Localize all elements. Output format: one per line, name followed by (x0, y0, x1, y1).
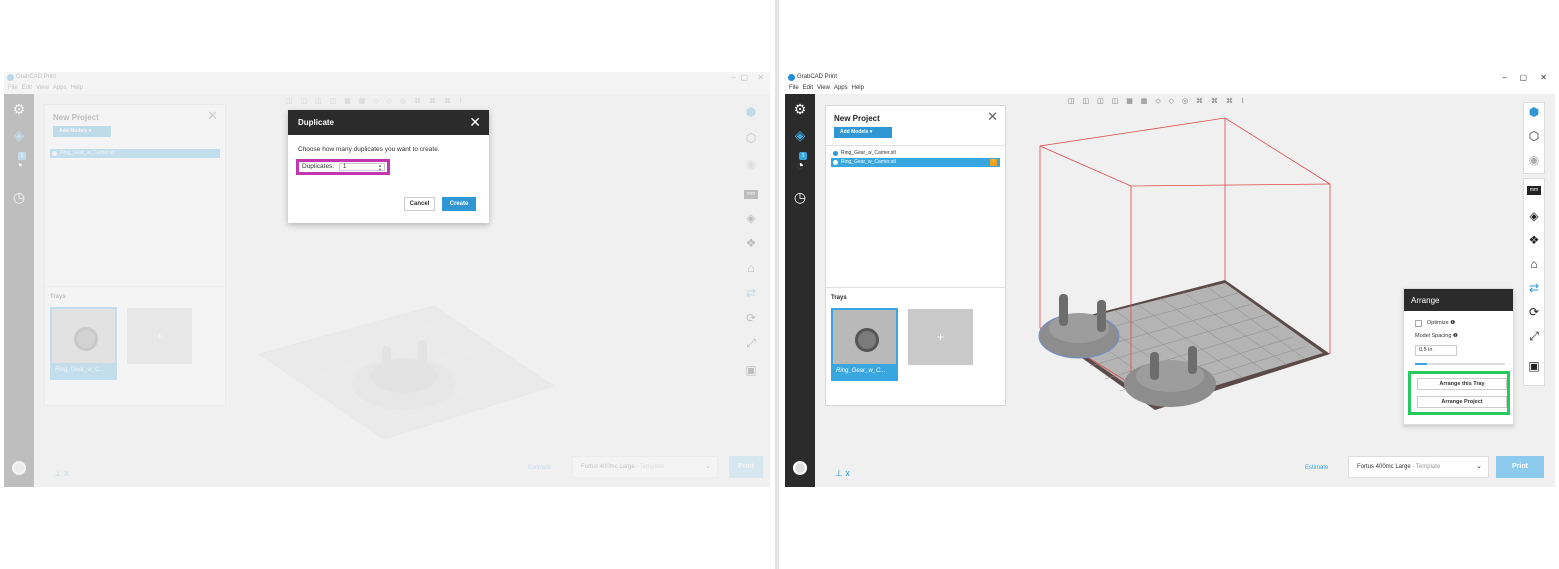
printer-name: Fortus 400mc Large (1357, 464, 1411, 470)
warning-icon[interactable]: ! (990, 159, 997, 166)
arrange-panel: Arrange Optimize ❶ Model Spacing ❶ 0.5 i… (1403, 288, 1514, 425)
right-screenshot: GrabCAD Print – ▢ ✕ File Edit View Apps Help… (785, 72, 1555, 487)
arrange-project-button[interactable]: Arrange Project (1417, 396, 1507, 408)
print-settings-icon[interactable]: ▣ (1526, 358, 1542, 374)
optimize-label: Optimize ❶ (1427, 320, 1456, 326)
model-icon (833, 151, 838, 156)
dialog-message: Choose how many duplicates you want to c… (298, 146, 440, 153)
printer-select[interactable]: Fortus 400mc Large - Template ⌄ (1348, 456, 1489, 478)
tray-thumbnail[interactable]: Ring_Gear_w_C... (831, 308, 898, 381)
create-button[interactable]: Create (442, 197, 476, 211)
spacing-slider[interactable] (1415, 363, 1505, 365)
app-title: GrabCAD Print (797, 74, 838, 80)
trays-title: Trays (831, 295, 847, 301)
menu-edit[interactable]: Edit (803, 85, 813, 91)
models-icon[interactable]: ◈ (791, 126, 809, 144)
tray-label: Ring_Gear_w_C... (833, 364, 896, 379)
close-icon[interactable]: ✕ (987, 109, 998, 125)
arrange-title: Arrange (1411, 296, 1440, 305)
menu-help[interactable]: Help (852, 85, 864, 91)
dialog-title: Duplicate (298, 118, 335, 127)
project-title: New Project (834, 114, 880, 123)
model-name: Ring_Gear_w_Carrier.stl (841, 150, 896, 156)
maximize-button[interactable]: ▢ (1519, 73, 1527, 82)
menu-bar: File Edit View Apps Help (785, 84, 1555, 94)
arrange-header: Arrange (1404, 289, 1513, 311)
queue-badge: 1 (799, 152, 807, 160)
orient-icon[interactable]: ◈ (1526, 208, 1542, 224)
model-name: Ring_Gear_w_Carrier.stl (841, 159, 896, 165)
duplicates-input[interactable]: 1 ▲ ▼ (339, 163, 385, 172)
axes-icon: ⊥ x (835, 468, 850, 478)
cancel-button[interactable]: Cancel (404, 197, 435, 211)
add-models-button[interactable]: Add Models ▾ (834, 127, 892, 138)
add-tray-button[interactable]: + (908, 309, 973, 365)
model-spacing-input[interactable]: 0.5 in (1415, 345, 1457, 356)
model-row[interactable]: Ring_Gear_w_Carrier.stl! (831, 158, 1000, 167)
history-icon[interactable]: ◷ (791, 188, 809, 206)
support-icon[interactable]: ❖ (1526, 232, 1542, 248)
menu-apps[interactable]: Apps (834, 85, 848, 91)
chevron-down-icon: ⌄ (1476, 463, 1482, 470)
printer-template: - Template (1412, 464, 1441, 470)
print-button[interactable]: Print (1496, 456, 1544, 478)
layers-icon[interactable]: ◉ (1526, 152, 1542, 168)
view-toolbar[interactable]: ◫ ◫ ◫ ◫ ▦ ▦ ◇ ◇ ◎ ⌘ ⌘ ⌘ ⌇ (1068, 97, 1247, 105)
gear-preview-icon (855, 328, 879, 352)
divider (826, 145, 1005, 146)
arrange-buttons-highlight: Arrange this Tray Arrange Project (1408, 371, 1510, 415)
dialog-header: Duplicate ✕ (288, 110, 489, 135)
rotate-icon[interactable]: ⟳ (1526, 304, 1542, 320)
arrange-icon[interactable]: ⇄ (1526, 280, 1542, 296)
grabcad-logo-icon (788, 74, 795, 81)
minimize-button[interactable]: – (1503, 73, 1507, 82)
material-icon[interactable]: ⌂ (1526, 256, 1542, 272)
cube-view-icon[interactable]: ⬢ (1526, 104, 1542, 120)
settings-cube-icon[interactable]: ⬡ (1526, 128, 1542, 144)
units-toggle[interactable]: mm (1527, 186, 1541, 195)
title-bar: GrabCAD Print – ▢ ✕ (785, 72, 1555, 84)
workspace: ◫ ◫ ◫ ◫ ▦ ▦ ◇ ◇ ◎ ⌘ ⌘ ⌘ ⌇ New Project ✕ … (815, 94, 1555, 487)
divider (826, 287, 1005, 288)
model-icon (833, 160, 838, 165)
slider-fill (1415, 363, 1427, 365)
avatar[interactable] (793, 461, 807, 475)
add-model-icon[interactable]: ⚙ (791, 100, 809, 118)
project-panel: New Project ✕ Add Models ▾ Ring_Gear_w_C… (825, 105, 1006, 406)
scale-icon[interactable]: ⤢ (1526, 328, 1542, 344)
stepper-icon[interactable]: ▲ ▼ (378, 164, 382, 172)
estimate-link[interactable]: Estimate (1305, 465, 1328, 471)
left-sidebar: ⚙ ◈ ◔ 1 ◷ (785, 94, 815, 487)
duplicates-label: Duplicates: (302, 163, 335, 170)
screenshot-divider (775, 0, 779, 569)
close-window-button[interactable]: ✕ (1540, 73, 1547, 82)
duplicate-dialog: Duplicate ✕ Choose how many duplicates y… (288, 110, 489, 223)
duplicates-field: Duplicates: 1 ▲ ▼ (296, 159, 390, 175)
model-row[interactable]: Ring_Gear_w_Carrier.stl (831, 149, 1000, 158)
model-spacing-label: Model Spacing ❶ (1415, 333, 1458, 339)
menu-view[interactable]: View (817, 85, 830, 91)
optimize-checkbox[interactable] (1415, 320, 1422, 327)
menu-file[interactable]: File (789, 85, 799, 91)
left-screenshot: GrabCAD Print – ▢ ✕ FileEditViewAppsHelp… (4, 72, 770, 487)
duplicates-value: 1 (343, 164, 347, 170)
arrange-tray-button[interactable]: Arrange this Tray (1417, 378, 1507, 390)
close-icon[interactable]: ✕ (469, 114, 481, 131)
add-models-label: Add Models (840, 129, 869, 135)
